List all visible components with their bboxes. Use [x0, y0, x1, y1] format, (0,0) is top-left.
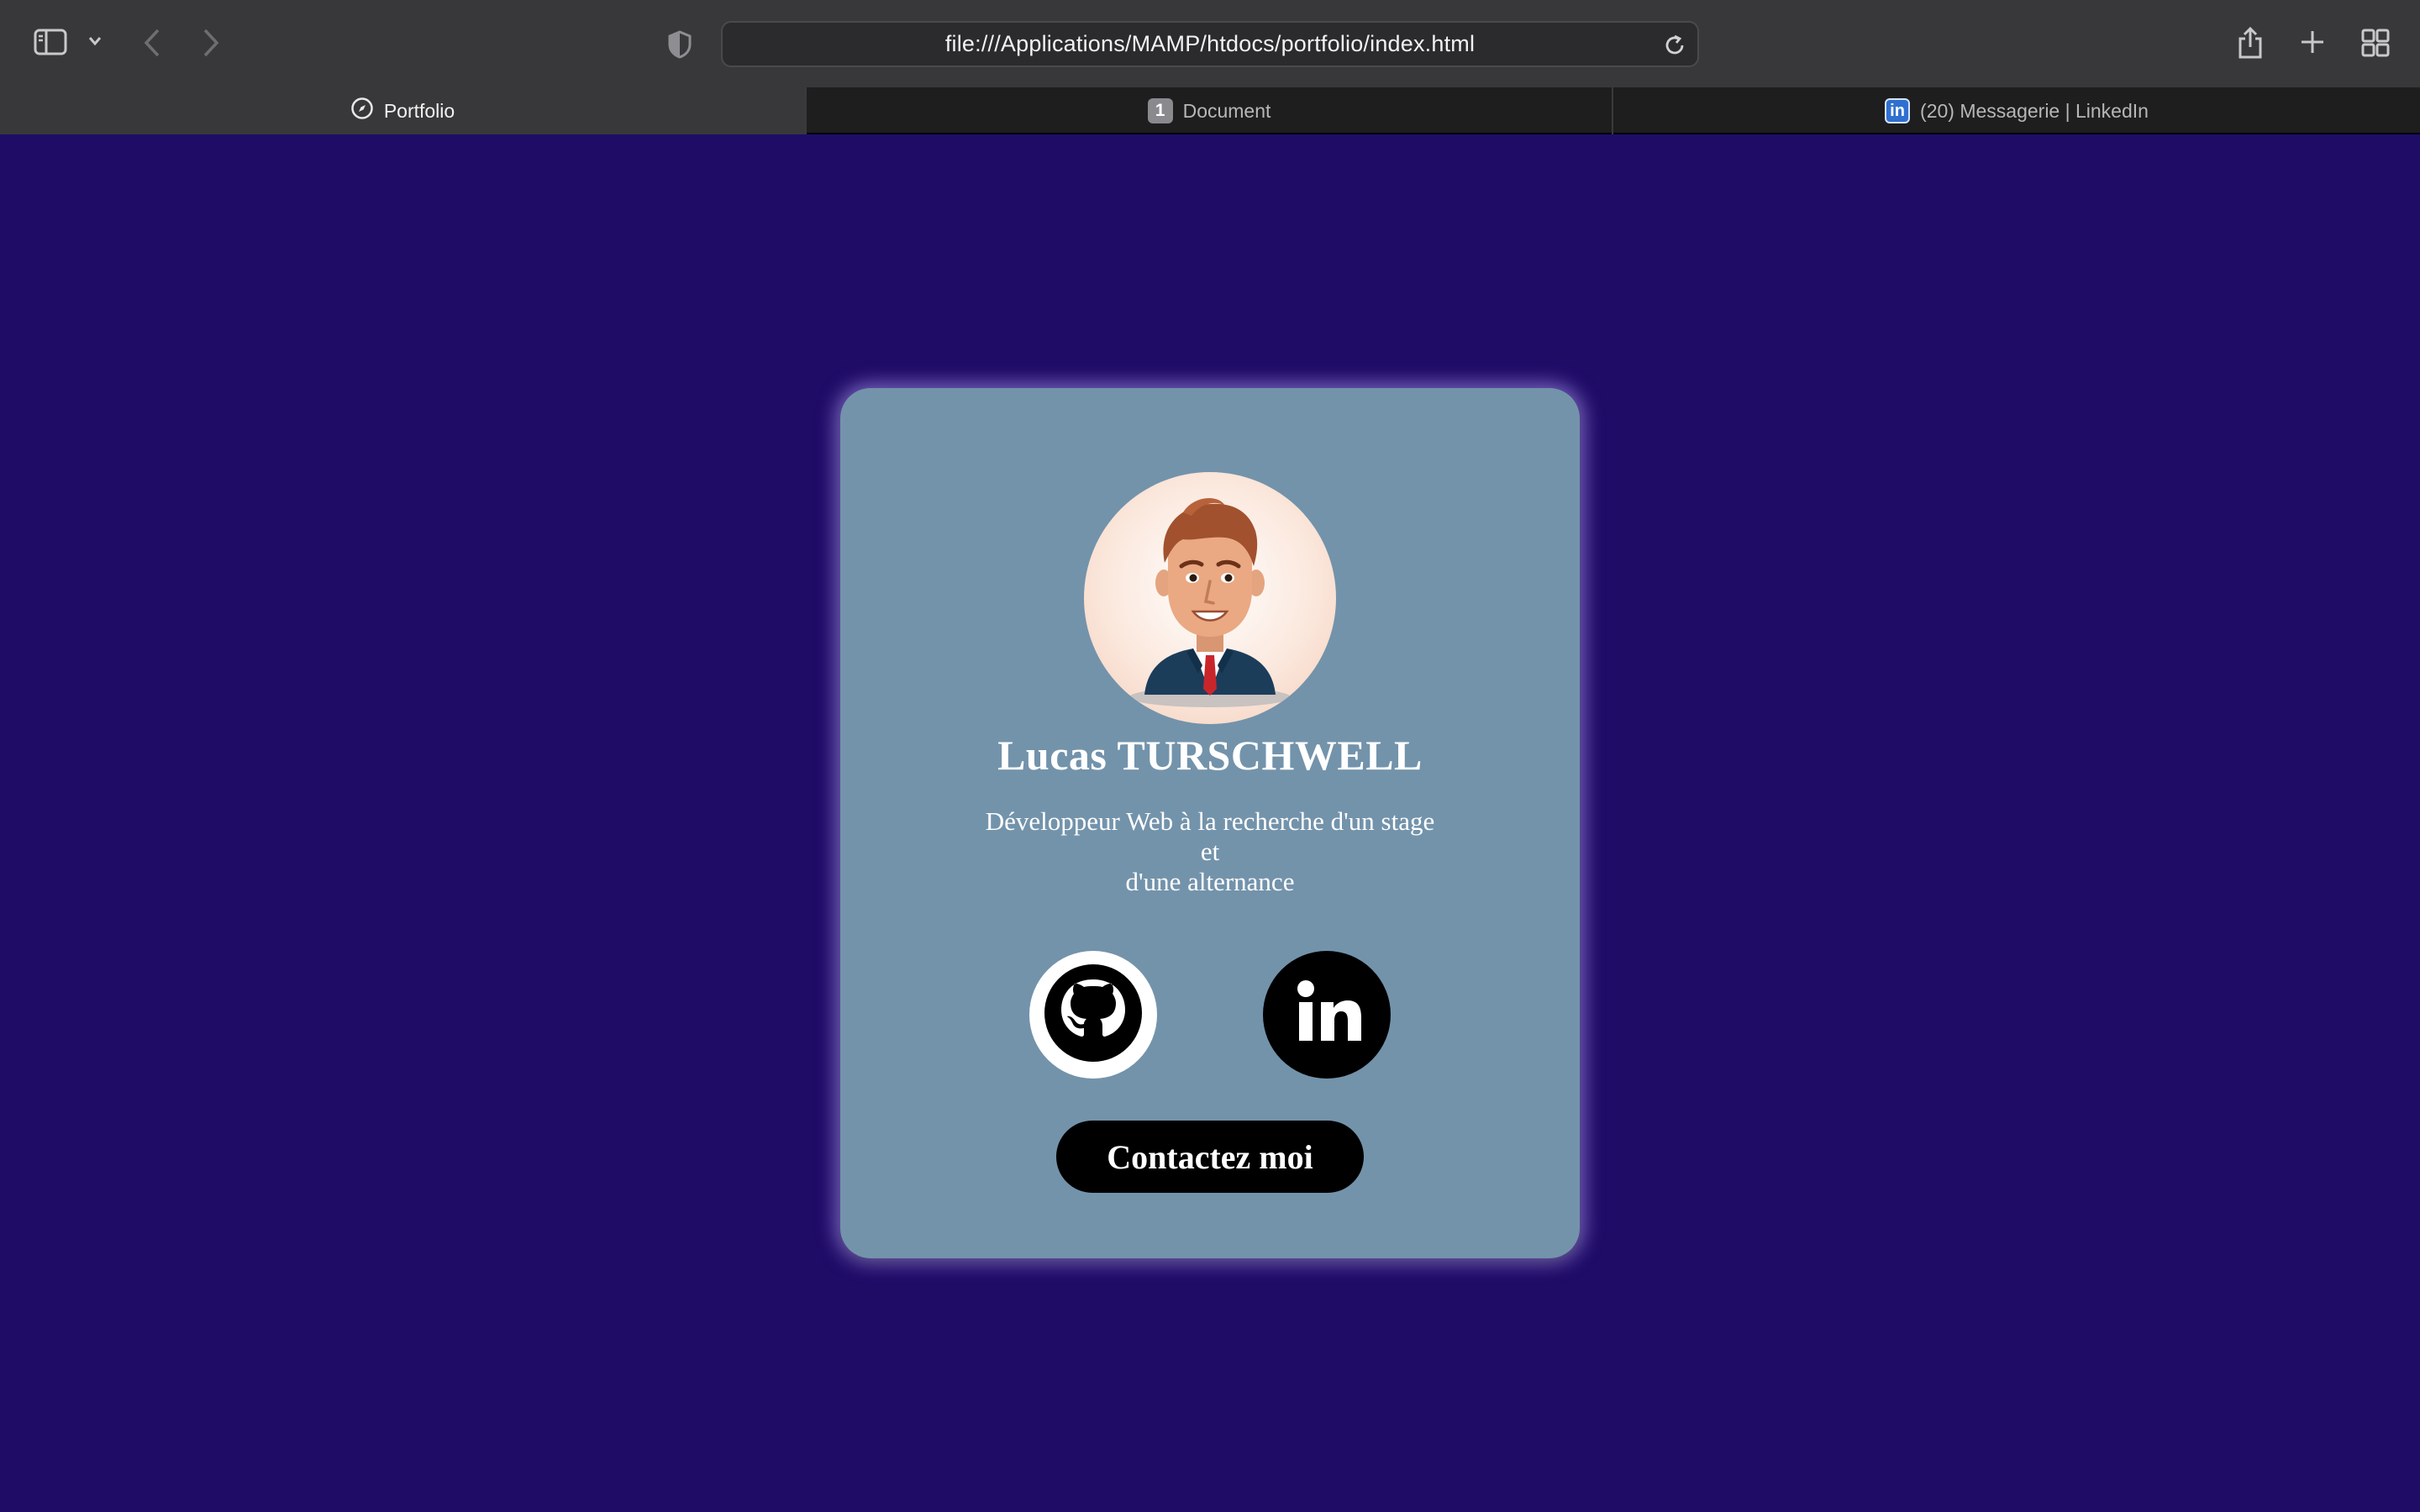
back-icon[interactable] — [143, 28, 161, 58]
tab-label: Document — [1182, 99, 1271, 122]
new-tab-icon[interactable] — [2299, 29, 2326, 55]
forward-icon[interactable] — [202, 28, 220, 58]
tab-bar: Portfolio 1 Document in (20) Messagerie … — [0, 87, 2420, 134]
tab-label: Portfolio — [383, 99, 455, 122]
profile-card: Lucas TURSCHWELL Développeur Web à la re… — [840, 388, 1580, 1258]
linkedin-icon — [1289, 975, 1365, 1055]
compass-icon — [350, 97, 374, 125]
url-text: file:///Applications/MAMP/htdocs/portfol… — [944, 31, 1476, 56]
tab-badge: 1 — [1147, 98, 1173, 123]
tab-document[interactable]: 1 Document — [807, 87, 1613, 134]
tab-overview-icon[interactable] — [2361, 29, 2390, 57]
linkedin-link[interactable] — [1263, 951, 1391, 1079]
tagline-line: et — [1200, 837, 1220, 866]
tagline-line: d'une alternance — [1125, 867, 1295, 896]
social-links — [1029, 951, 1391, 1079]
profile-name: Lucas TURSCHWELL — [997, 732, 1423, 779]
contact-button[interactable]: Contactez moi — [1056, 1121, 1364, 1193]
tab-label: (20) Messagerie | LinkedIn — [1920, 99, 2149, 122]
avatar — [1084, 472, 1336, 724]
address-bar[interactable]: file:///Applications/MAMP/htdocs/portfol… — [721, 21, 1699, 67]
github-icon — [1029, 949, 1157, 1081]
tab-linkedin[interactable]: in (20) Messagerie | LinkedIn — [1613, 87, 2420, 134]
github-link[interactable] — [1029, 951, 1157, 1079]
chevron-down-icon[interactable] — [87, 35, 103, 47]
browser-toolbar: file:///Applications/MAMP/htdocs/portfol… — [0, 0, 2420, 87]
linkedin-favicon-icon: in — [1885, 98, 1911, 123]
profile-tagline: Développeur Web à la recherche d'un stag… — [986, 806, 1434, 897]
share-icon[interactable] — [2237, 25, 2264, 60]
reload-icon[interactable] — [1662, 33, 1687, 62]
privacy-shield-icon[interactable] — [667, 30, 692, 59]
tagline-line: Développeur Web à la recherche d'un stag… — [985, 806, 1435, 836]
tab-portfolio[interactable]: Portfolio — [0, 87, 807, 134]
sidebar-toggle-icon[interactable] — [34, 29, 67, 55]
